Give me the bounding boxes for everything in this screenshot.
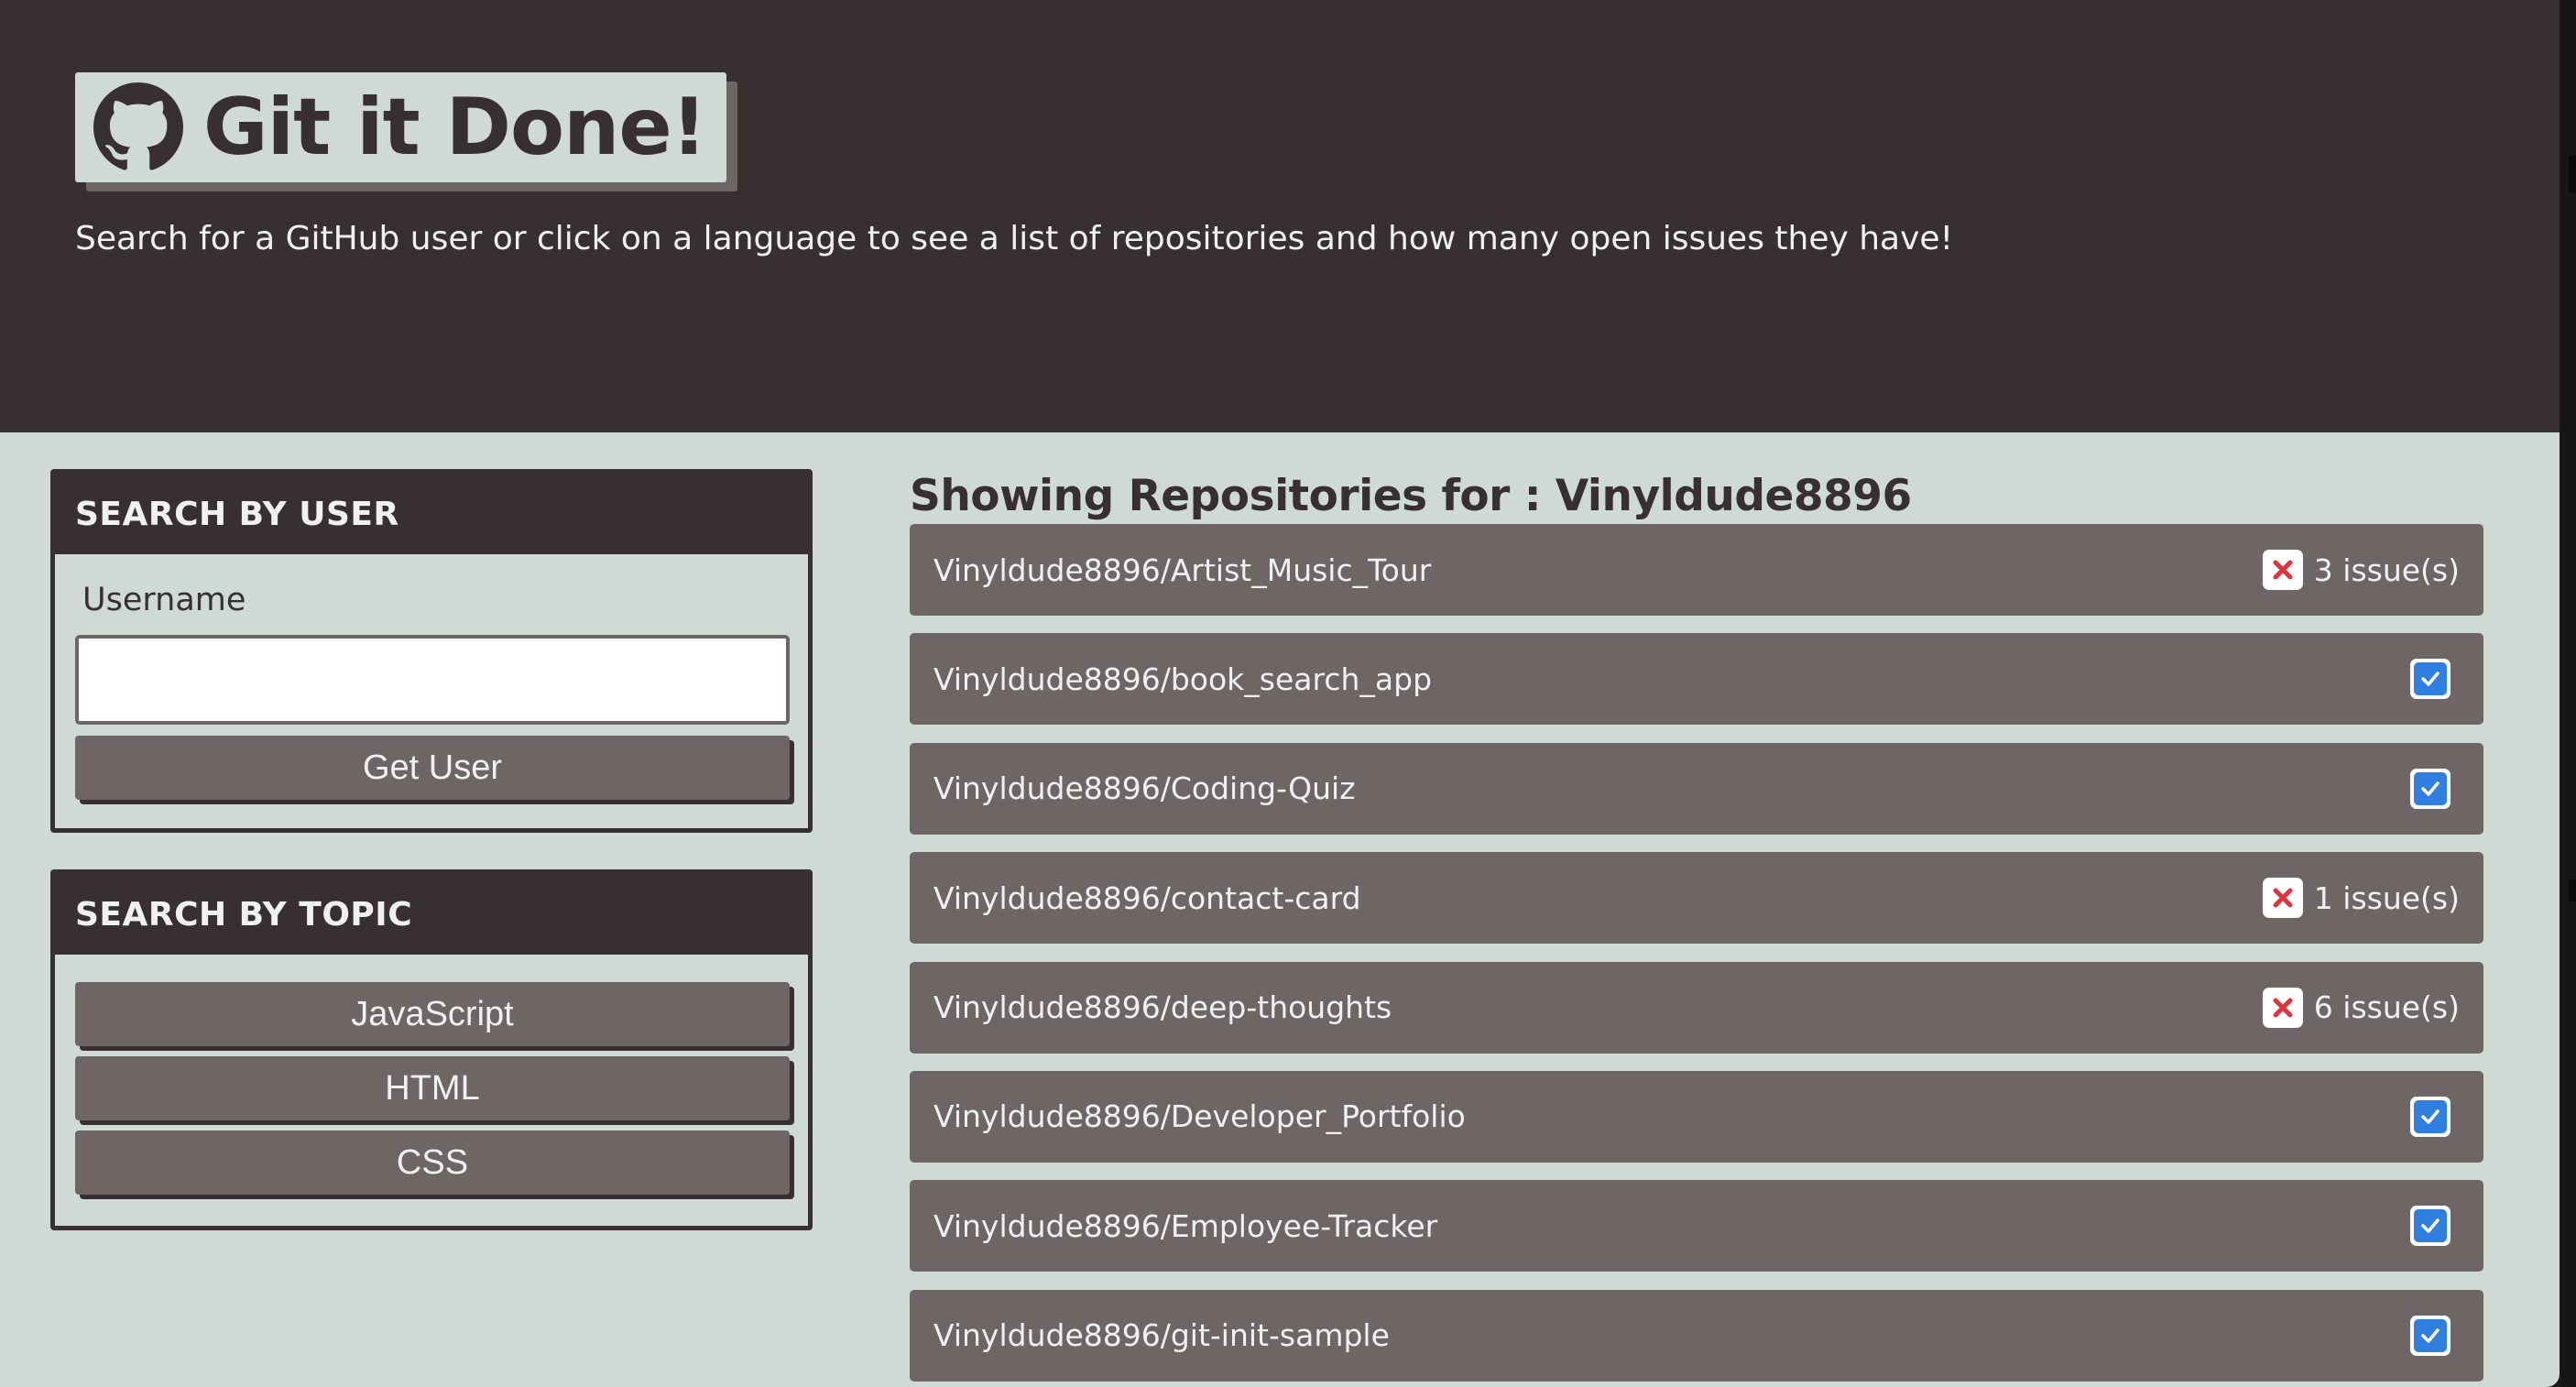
repo-item[interactable]: Vinyldude8896/deep-thoughts 6 issue(s) xyxy=(910,961,2483,1054)
check-icon xyxy=(2410,659,2450,700)
repo-list: Vinyldude8896/Artist_Music_Tour 3 issue(s… xyxy=(910,524,2483,1387)
x-icon xyxy=(2262,550,2303,590)
repo-item[interactable]: Vinyldude8896/contact-card 1 issue(s) xyxy=(910,852,2483,945)
username-input[interactable] xyxy=(75,635,790,725)
repo-item[interactable]: Vinyldude8896/book_search_app xyxy=(910,633,2483,726)
username-label: Username xyxy=(82,582,246,618)
search-by-user-heading: SEARCH BY USER xyxy=(55,474,808,554)
issue-count: 3 issue(s) xyxy=(2313,552,2460,588)
x-icon xyxy=(2262,878,2303,919)
topic-html-button[interactable]: HTML xyxy=(75,1056,790,1120)
repo-name: Vinyldude8896/Coding-Quiz xyxy=(933,770,1356,807)
check-icon xyxy=(2410,1206,2450,1247)
check-icon xyxy=(2410,1096,2450,1137)
repo-status: 3 issue(s) xyxy=(2262,550,2460,590)
repo-item[interactable]: Vinyldude8896/Coding-Quiz xyxy=(910,742,2483,835)
repos-heading: Showing Repositories for : Vinyldude8896 xyxy=(910,471,1912,521)
repo-status xyxy=(2410,659,2460,700)
window-edge xyxy=(2560,0,2576,1387)
app-viewport: Git it Done! Search for a GitHub user or… xyxy=(0,0,2560,1387)
repo-status: 6 issue(s) xyxy=(2262,987,2460,1028)
repo-status xyxy=(2410,1206,2460,1247)
repo-name: Vinyldude8896/deep-thoughts xyxy=(933,989,1392,1026)
page-header: Git it Done! Search for a GitHub user or… xyxy=(0,0,2560,432)
check-icon xyxy=(2410,1315,2450,1356)
github-icon xyxy=(93,82,183,172)
repo-name: Vinyldude8896/Developer_Portfolio xyxy=(933,1098,1466,1135)
repo-name: Vinyldude8896/Artist_Music_Tour xyxy=(933,552,1432,588)
repo-item[interactable]: Vinyldude8896/git-init-sample xyxy=(910,1289,2483,1382)
repo-name: Vinyldude8896/contact-card xyxy=(933,879,1361,916)
edge-mark xyxy=(2569,879,2576,901)
page-tagline: Search for a GitHub user or click on a l… xyxy=(75,220,1953,257)
topic-javascript-button[interactable]: JavaScript xyxy=(75,982,790,1046)
repo-item[interactable]: Vinyldude8896/Employee-Tracker xyxy=(910,1180,2483,1272)
repo-name: Vinyldude8896/Employee-Tracker xyxy=(933,1207,1438,1244)
repo-status: 1 issue(s) xyxy=(2262,878,2460,919)
search-by-topic-panel: SEARCH BY TOPIC JavaScript HTML CSS xyxy=(50,869,813,1230)
issue-count: 6 issue(s) xyxy=(2313,989,2460,1026)
check-icon xyxy=(2410,768,2450,809)
topic-css-button[interactable]: CSS xyxy=(75,1130,790,1195)
search-by-user-panel: SEARCH BY USER Username Get User xyxy=(50,469,813,833)
issue-count: 1 issue(s) xyxy=(2313,879,2460,916)
repo-item[interactable]: Vinyldude8896/Developer_Portfolio xyxy=(910,1070,2483,1163)
search-by-topic-heading: SEARCH BY TOPIC xyxy=(55,874,808,955)
page-title: Git it Done! xyxy=(203,82,707,173)
repo-name: Vinyldude8896/book_search_app xyxy=(933,661,1433,697)
get-user-button[interactable]: Get User xyxy=(75,736,790,800)
edge-mark xyxy=(2569,156,2576,192)
title-box: Git it Done! xyxy=(75,72,726,182)
repo-name: Vinyldude8896/git-init-sample xyxy=(933,1317,1390,1354)
repo-status xyxy=(2410,1315,2460,1356)
repo-item[interactable]: Vinyldude8896/Artist_Music_Tour 3 issue(s… xyxy=(910,524,2483,616)
repo-status xyxy=(2410,1096,2460,1137)
repo-status xyxy=(2410,768,2460,809)
x-icon xyxy=(2262,987,2303,1028)
